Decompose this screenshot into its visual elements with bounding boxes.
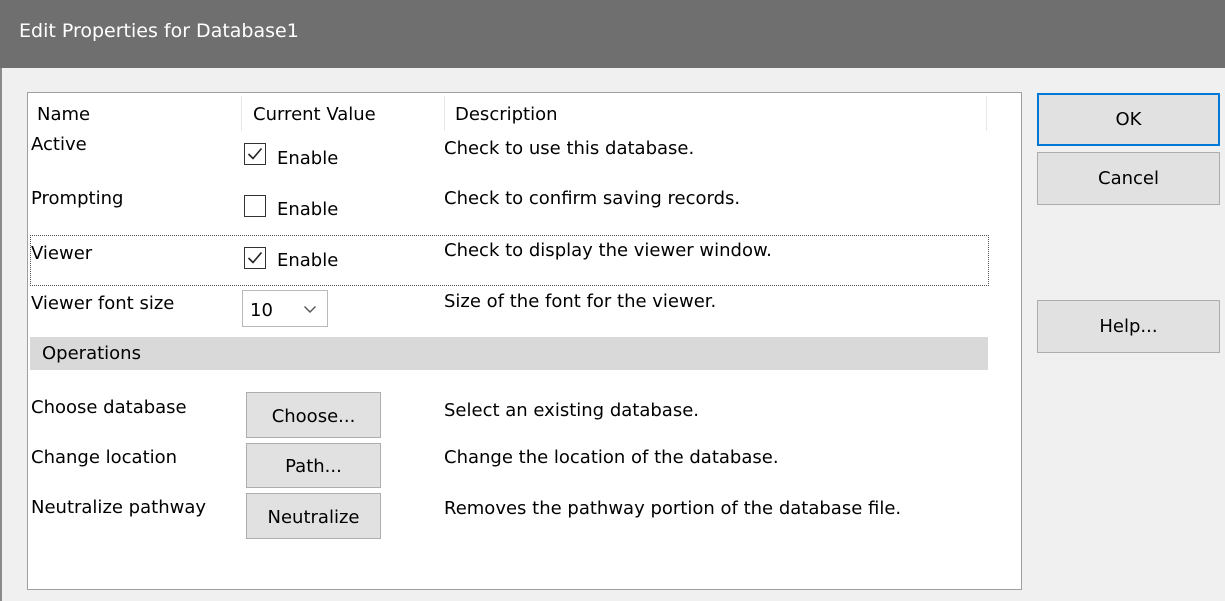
prompting-enable-label[interactable]: Enable <box>277 199 338 220</box>
ok-button-label: OK <box>1115 109 1142 130</box>
row-name-prompting: Prompting <box>31 188 124 209</box>
font-size-select[interactable]: 10 <box>242 290 328 327</box>
row-description-choose-database: Select an existing database. <box>444 400 699 421</box>
prompting-checkbox[interactable] <box>244 195 266 217</box>
neutralize-button-label: Neutralize <box>267 507 360 528</box>
font-size-value: 10 <box>250 300 273 321</box>
chevron-down-icon <box>304 306 316 313</box>
help-button[interactable]: Help... <box>1037 300 1220 353</box>
row-description-viewer-font-size: Size of the font for the viewer. <box>444 291 717 312</box>
column-header-current-value[interactable]: Current Value <box>253 104 376 125</box>
row-description-prompting: Check to confirm saving records. <box>444 188 741 209</box>
column-divider[interactable] <box>986 96 987 131</box>
path-button-label: Path... <box>285 456 342 477</box>
check-icon <box>247 147 263 160</box>
row-description-neutralize-pathway: Removes the pathway portion of the datab… <box>444 498 902 519</box>
row-description-viewer: Check to display the viewer window. <box>444 240 772 261</box>
window-title: Edit Properties for Database1 <box>19 20 299 42</box>
row-name-active: Active <box>31 134 87 155</box>
check-icon <box>247 251 263 264</box>
section-label: Operations <box>42 343 141 364</box>
row-name-viewer: Viewer <box>31 243 93 264</box>
cancel-button-label: Cancel <box>1098 168 1159 189</box>
active-checkbox[interactable] <box>244 143 266 165</box>
column-header-name[interactable]: Name <box>37 104 90 125</box>
row-description-change-location: Change the location of the database. <box>444 447 779 468</box>
row-name-neutralize-pathway: Neutralize pathway <box>31 497 207 518</box>
column-divider[interactable] <box>241 96 242 131</box>
help-button-label: Help... <box>1099 316 1158 337</box>
viewer-enable-label[interactable]: Enable <box>277 250 338 271</box>
row-description-active: Check to use this database. <box>444 138 695 159</box>
neutralize-button[interactable]: Neutralize <box>246 493 381 539</box>
active-enable-label[interactable]: Enable <box>277 148 338 169</box>
column-divider[interactable] <box>444 96 445 131</box>
row-name-choose-database: Choose database <box>31 397 187 418</box>
window-border <box>0 68 2 601</box>
choose-button-label: Choose... <box>271 406 356 427</box>
title-bar[interactable]: Edit Properties for Database1 <box>0 0 1225 68</box>
path-button[interactable]: Path... <box>246 443 381 488</box>
choose-button[interactable]: Choose... <box>246 392 381 438</box>
row-name-change-location: Change location <box>31 447 178 468</box>
viewer-checkbox[interactable] <box>244 247 266 269</box>
cancel-button[interactable]: Cancel <box>1037 152 1220 205</box>
row-name-viewer-font-size: Viewer font size <box>31 293 175 314</box>
ok-button[interactable]: OK <box>1037 93 1220 146</box>
column-header-description[interactable]: Description <box>455 104 558 125</box>
section-header-operations: Operations <box>30 337 988 370</box>
